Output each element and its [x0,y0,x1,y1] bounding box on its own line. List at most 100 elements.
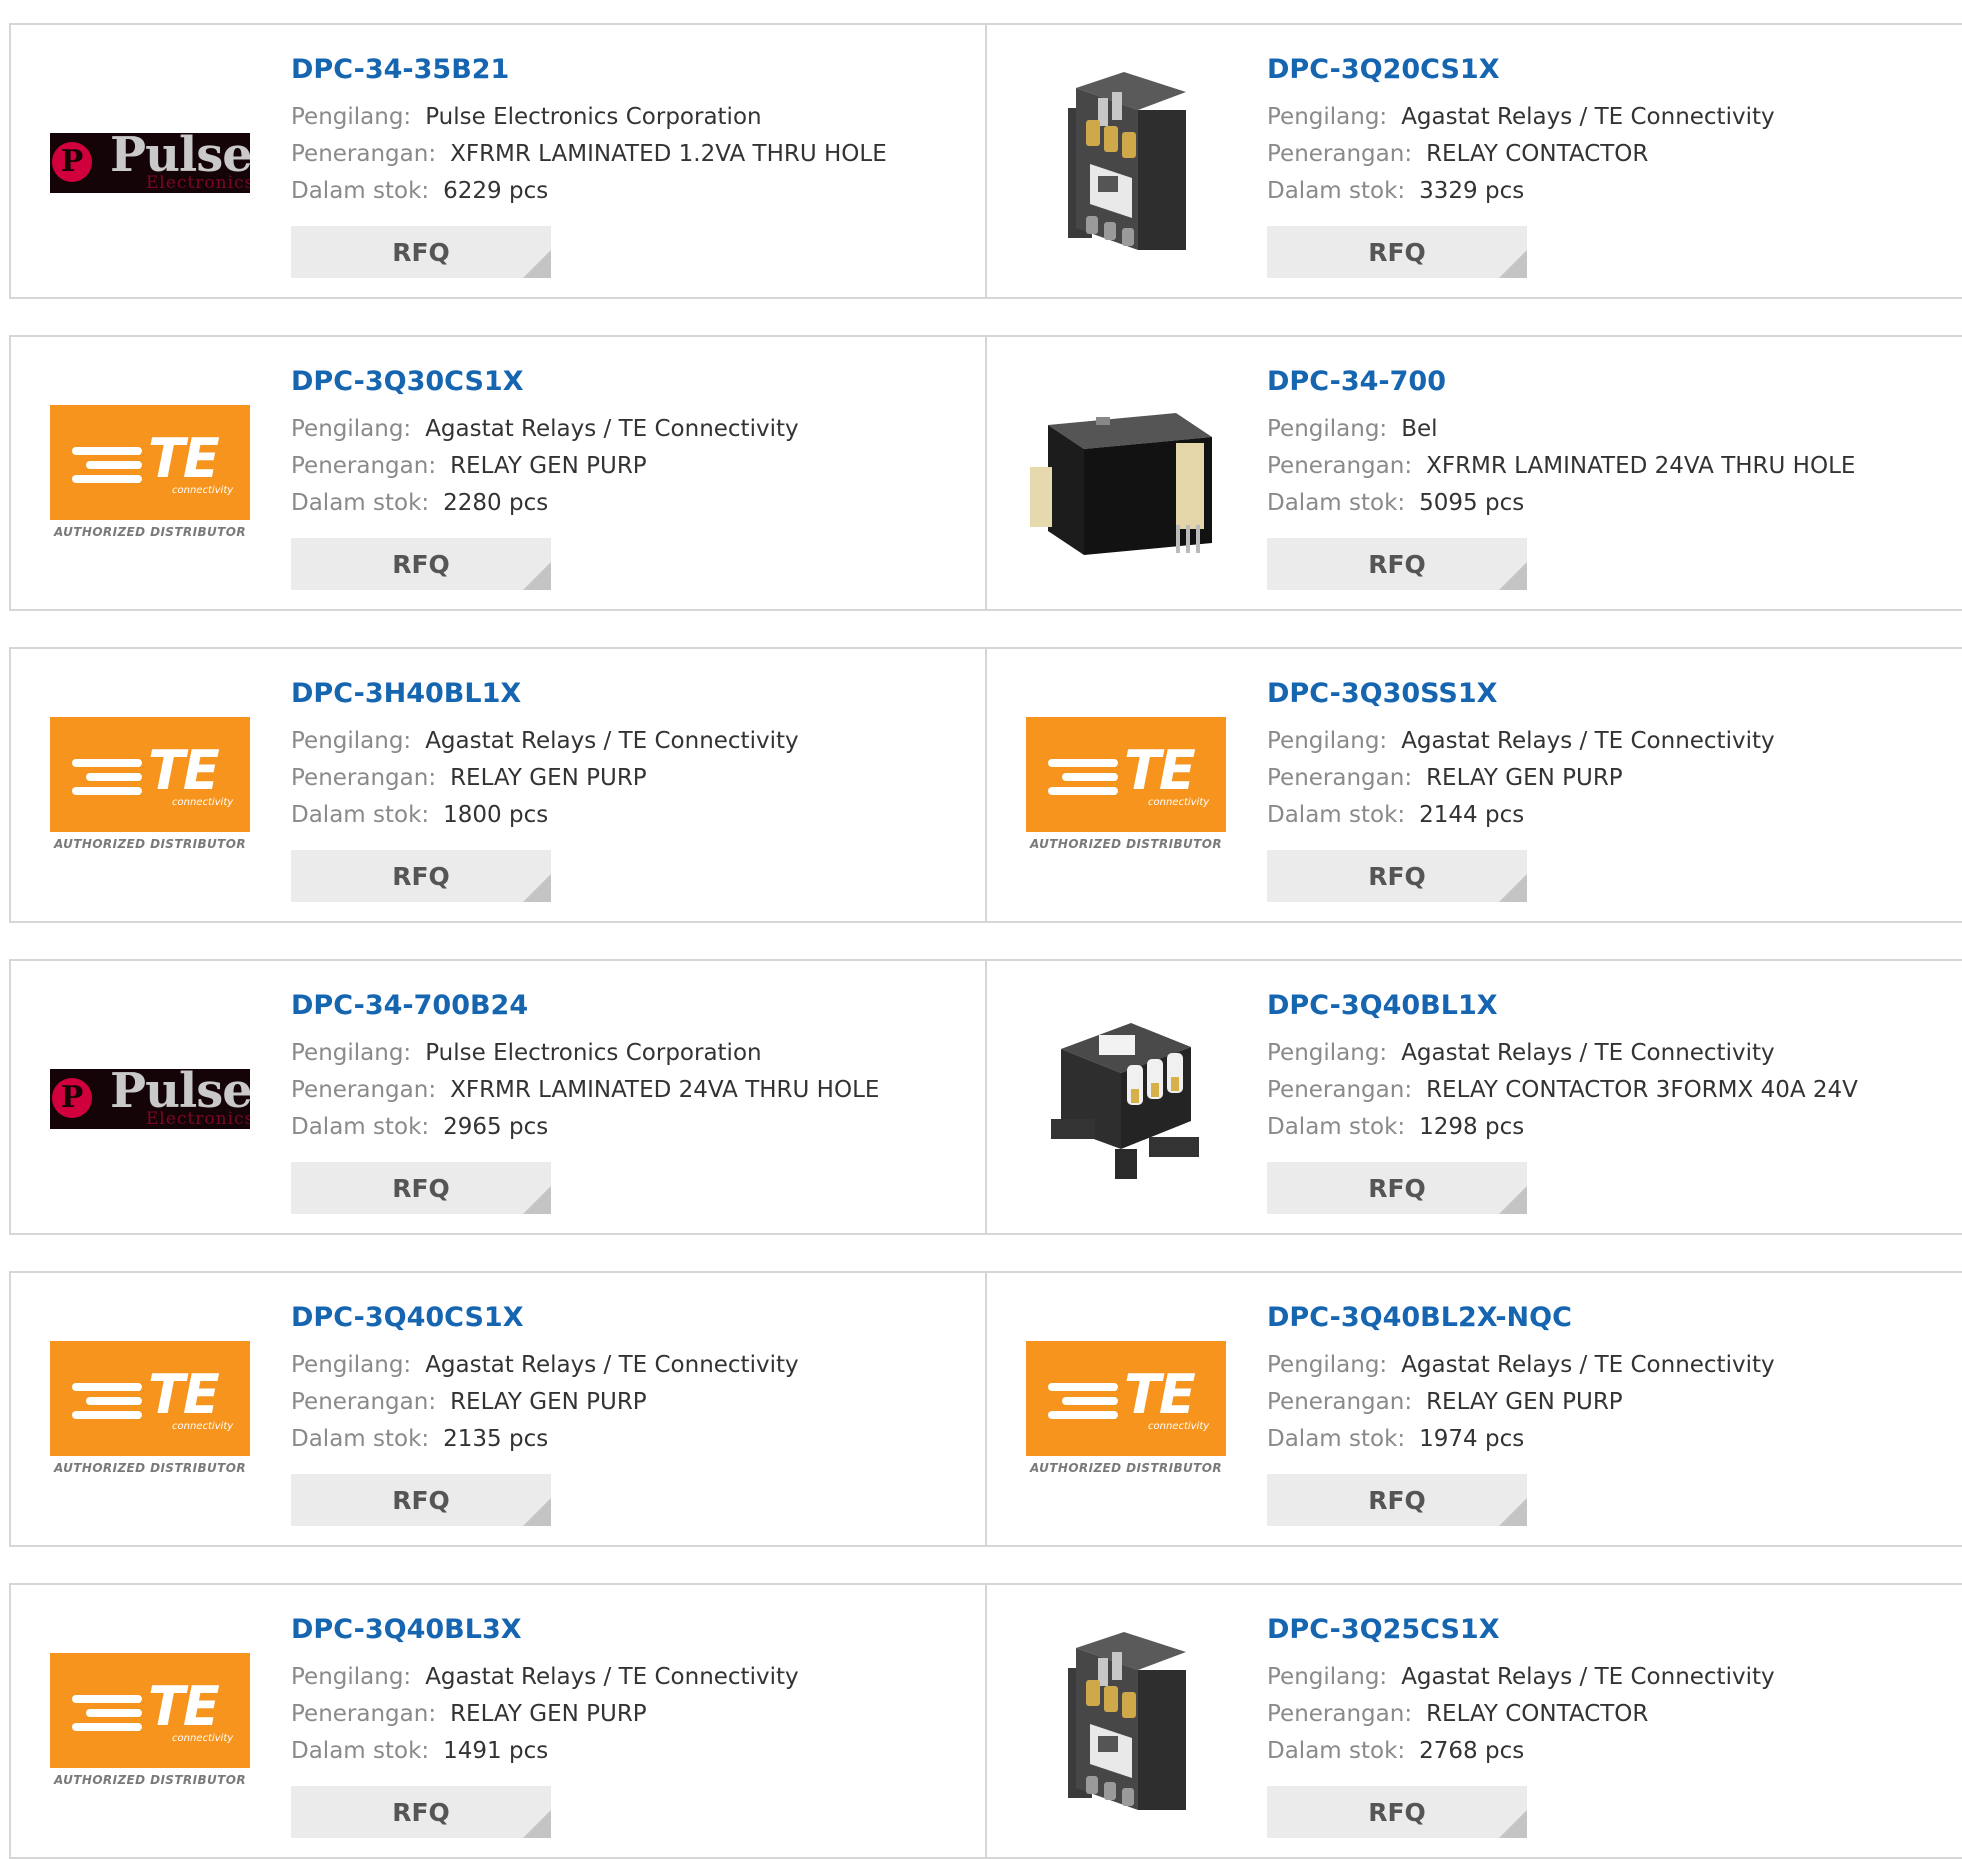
part-number-link[interactable]: DPC-34-700 [1267,366,1446,397]
product-image[interactable]: TE connectivity AUTHORIZED DISTRIBUTOR [50,687,250,887]
part-number-link[interactable]: DPC-3Q40BL1X [1267,990,1498,1021]
rfq-corner-decoration [1499,1186,1527,1214]
te-logo-stripe [1048,787,1118,795]
manufacturer-label: Pengilang: [1267,416,1388,442]
part-number-link[interactable]: DPC-3Q40BL2X-NQC [1267,1302,1572,1333]
rfq-button[interactable]: RFQ [291,1162,551,1214]
manufacturer-label: Pengilang: [1267,104,1388,130]
te-logo-stripe [72,759,142,767]
product-image[interactable]: TE connectivity AUTHORIZED DISTRIBUTOR [50,1623,250,1823]
description-value: RELAY GEN PURP [450,453,647,479]
part-number-link[interactable]: DPC-3Q40BL3X [291,1614,522,1645]
rfq-button[interactable]: RFQ [1267,1474,1527,1526]
description-row: Penerangan: RELAY GEN PURP [291,453,647,479]
te-logo-stripe [86,461,142,469]
product-image[interactable] [1026,999,1226,1199]
description-row: Penerangan: RELAY CONTACTOR [1267,1701,1648,1727]
rfq-button[interactable]: RFQ [1267,1786,1527,1838]
part-number-link[interactable]: DPC-3Q30CS1X [291,366,524,397]
product-image[interactable]: TE connectivity AUTHORIZED DISTRIBUTOR [50,375,250,575]
pulse-electronics-logo: P Pulse Electronics [50,133,250,193]
te-logo-word: TE [148,1675,220,1738]
manufacturer-label: Pengilang: [1267,1664,1388,1690]
description-row: Penerangan: XFRMR LAMINATED 1.2VA THRU HO… [291,141,887,167]
manufacturer-value: Pulse Electronics Corporation [425,1040,762,1066]
part-number-link[interactable]: DPC-3Q40CS1X [291,1302,524,1333]
te-logo-word: TE [148,1363,220,1426]
stock-value: 1491 pcs [443,1738,549,1764]
product-image[interactable]: TE connectivity AUTHORIZED DISTRIBUTOR [50,1311,250,1511]
stock-label: Dalam stok: [1267,178,1406,204]
rfq-button[interactable]: RFQ [291,1474,551,1526]
rfq-button[interactable]: RFQ [1267,538,1527,590]
manufacturer-row: Pengilang: Agastat Relays / TE Connectivi… [291,1352,799,1378]
pulse-electronics-logo: P Pulse Electronics [50,1069,250,1129]
product-image[interactable]: P Pulse Electronics [50,999,250,1199]
description-row: Penerangan: RELAY GEN PURP [291,765,647,791]
rfq-button[interactable]: RFQ [291,850,551,902]
product-image[interactable] [1026,1623,1226,1823]
description-label: Penerangan: [1267,1389,1413,1415]
product-image[interactable]: TE connectivity AUTHORIZED DISTRIBUTOR [1026,687,1226,887]
part-number-link[interactable]: DPC-3Q25CS1X [1267,1614,1500,1645]
manufacturer-label: Pengilang: [1267,1040,1388,1066]
stock-row: Dalam stok: 1298 pcs [1267,1114,1524,1140]
stock-label: Dalam stok: [1267,490,1406,516]
manufacturer-row: Pengilang: Agastat Relays / TE Connectivi… [1267,1352,1775,1378]
rfq-corner-decoration [1499,562,1527,590]
stock-row: Dalam stok: 1974 pcs [1267,1426,1524,1452]
description-value: XFRMR LAMINATED 1.2VA THRU HOLE [450,141,887,167]
rfq-button[interactable]: RFQ [291,226,551,278]
te-logo-sub: connectivity [172,797,234,808]
product-card: TE connectivity AUTHORIZED DISTRIBUTOR D… [9,335,987,611]
description-value: RELAY GEN PURP [1426,765,1623,791]
rfq-label: RFQ [392,1485,450,1515]
stock-value: 2144 pcs [1419,802,1525,828]
te-logo-sub: connectivity [172,1421,234,1432]
description-value: RELAY GEN PURP [1426,1389,1623,1415]
part-number-link[interactable]: DPC-34-700B24 [291,990,528,1021]
part-number-link[interactable]: DPC-3Q30SS1X [1267,678,1497,709]
rfq-button[interactable]: RFQ [1267,850,1527,902]
description-label: Penerangan: [1267,765,1413,791]
rfq-button[interactable]: RFQ [1267,1162,1527,1214]
product-card: P Pulse Electronics DPC-34-700B24 Pengil… [9,959,987,1235]
rfq-button[interactable]: RFQ [1267,226,1527,278]
product-image[interactable]: P Pulse Electronics [50,63,250,263]
part-number-link[interactable]: DPC-3Q20CS1X [1267,54,1500,85]
rfq-label: RFQ [1368,549,1426,579]
stock-value: 2280 pcs [443,490,549,516]
description-value: RELAY GEN PURP [450,1389,647,1415]
stock-value: 6229 pcs [443,178,549,204]
manufacturer-label: Pengilang: [291,104,412,130]
stock-row: Dalam stok: 2768 pcs [1267,1738,1524,1764]
te-authorized-distributor: AUTHORIZED DISTRIBUTOR [54,525,246,539]
te-connectivity-logo: TE connectivity AUTHORIZED DISTRIBUTOR [50,1341,250,1481]
rfq-corner-decoration [523,1186,551,1214]
description-label: Penerangan: [1267,141,1413,167]
stock-label: Dalam stok: [291,1426,430,1452]
rfq-button[interactable]: RFQ [291,538,551,590]
rfq-corner-decoration [523,1810,551,1838]
stock-label: Dalam stok: [291,490,430,516]
product-image[interactable] [1026,63,1226,263]
product-image[interactable] [1026,375,1226,575]
product-card: DPC-3Q20CS1X Pengilang: Agastat Relays / … [987,23,1962,299]
manufacturer-value: Agastat Relays / TE Connectivity [1401,1664,1775,1690]
manufacturer-value: Agastat Relays / TE Connectivity [1401,728,1775,754]
stock-value: 1800 pcs [443,802,549,828]
manufacturer-value: Agastat Relays / TE Connectivity [425,1352,799,1378]
manufacturer-label: Pengilang: [291,1664,412,1690]
rfq-button[interactable]: RFQ [291,1786,551,1838]
part-number-link[interactable]: DPC-34-35B21 [291,54,509,85]
description-label: Penerangan: [291,141,437,167]
te-logo-stripe [72,1383,142,1391]
manufacturer-row: Pengilang: Agastat Relays / TE Connectivi… [1267,1664,1775,1690]
contactor-3pole-photo [1041,1009,1211,1189]
manufacturer-label: Pengilang: [291,416,412,442]
part-number-link[interactable]: DPC-3H40BL1X [291,678,521,709]
product-card: TE connectivity AUTHORIZED DISTRIBUTOR D… [9,1583,987,1859]
stock-label: Dalam stok: [291,178,430,204]
product-image[interactable]: TE connectivity AUTHORIZED DISTRIBUTOR [1026,1311,1226,1511]
te-connectivity-logo: TE connectivity AUTHORIZED DISTRIBUTOR [1026,1341,1226,1481]
